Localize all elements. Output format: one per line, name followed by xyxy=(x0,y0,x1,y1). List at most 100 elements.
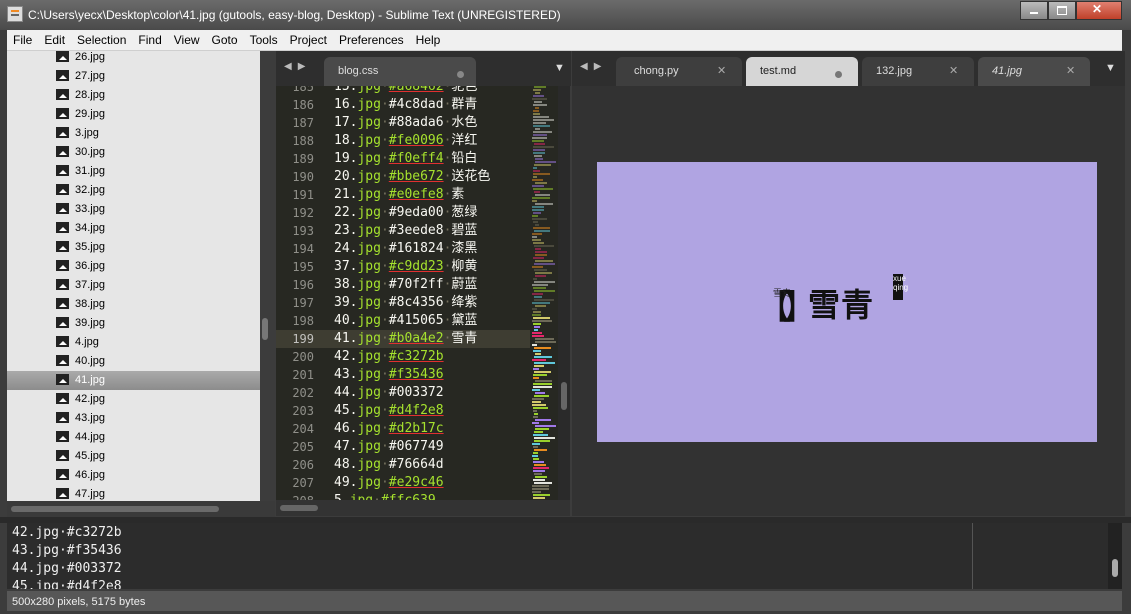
sidebar-file-item[interactable]: 28.jpg xyxy=(7,86,260,105)
output-panel[interactable]: 42.jpg·#c3272b 43.jpg·#f35436 44.jpg·#00… xyxy=(7,523,1122,589)
code-line[interactable]: 189 19.jpg·#f0eff4·铅白 xyxy=(276,150,530,168)
code-line[interactable]: 187 17.jpg·#88ada6·水色 xyxy=(276,114,530,132)
menu-selection[interactable]: Selection xyxy=(71,30,132,48)
editor-scroll-thumb[interactable] xyxy=(561,382,567,410)
sidebar-file-item[interactable]: 35.jpg xyxy=(7,238,260,257)
code-line[interactable]: 190 20.jpg·#bbe672·送花色 xyxy=(276,168,530,186)
tab-dropdown-icon[interactable]: ▼ xyxy=(1105,62,1116,74)
code-line[interactable]: 195 37.jpg·#c9dd23·柳黄 xyxy=(276,258,530,276)
sidebar-file-item[interactable]: 32.jpg xyxy=(7,181,260,200)
menu-tools[interactable]: Tools xyxy=(244,30,284,48)
minimap[interactable] xyxy=(530,86,558,500)
hex-code: #a68462 xyxy=(388,86,444,94)
code-line[interactable]: 192 22.jpg·#9eda00·葱绿 xyxy=(276,204,530,222)
color-name-text: 绛紫 xyxy=(451,295,478,310)
file-name: 26.jpg xyxy=(75,51,105,63)
editor-horizontal-scroll-thumb[interactable] xyxy=(280,505,318,511)
tab-close-icon[interactable]: ✕ xyxy=(717,64,726,77)
sidebar-file-item[interactable]: 41.jpg xyxy=(7,371,260,390)
code-line[interactable]: 204 46.jpg·#d2b17c xyxy=(276,420,530,438)
sidebar-file-item[interactable]: 31.jpg xyxy=(7,162,260,181)
sidebar-file-item[interactable]: 4.jpg xyxy=(7,333,260,352)
hex-code: #76664d xyxy=(388,457,444,472)
unsaved-dot-icon[interactable] xyxy=(835,71,842,78)
menu-help[interactable]: Help xyxy=(410,30,447,48)
menu-project[interactable]: Project xyxy=(284,30,333,48)
close-window-button[interactable] xyxy=(1076,1,1122,20)
menu-goto[interactable]: Goto xyxy=(206,30,244,48)
code-line[interactable]: 206 48.jpg·#76664d xyxy=(276,456,530,474)
sidebar-file-item[interactable]: 47.jpg xyxy=(7,485,260,501)
minimize-button[interactable] xyxy=(1020,1,1048,20)
image-file-icon xyxy=(56,488,69,499)
minimap-line xyxy=(533,116,549,118)
minimap-line xyxy=(533,125,550,127)
sidebar-file-item[interactable]: 26.jpg xyxy=(7,51,260,67)
sidebar-file-item[interactable]: 46.jpg xyxy=(7,466,260,485)
code-line[interactable]: 196 38.jpg·#70f2ff·蔚蓝 xyxy=(276,276,530,294)
code-line[interactable]: 202 44.jpg·#003372 xyxy=(276,384,530,402)
code-line[interactable]: 199 41.jpg·#b0a4e2·雪青 xyxy=(276,330,530,348)
maximize-button[interactable] xyxy=(1048,1,1076,20)
code-line[interactable]: 191 21.jpg·#e0efe8·素 xyxy=(276,186,530,204)
code-line[interactable]: 186 16.jpg·#4c8dad·群青 xyxy=(276,96,530,114)
tab-41-jpg[interactable]: 41.jpg ✕ xyxy=(978,57,1090,86)
window-title-bar[interactable]: C:\Users\yecx\Desktop\color\41.jpg (guto… xyxy=(0,0,1131,30)
sidebar-file-item[interactable]: 37.jpg xyxy=(7,276,260,295)
code-line[interactable]: 197 39.jpg·#8c4356·绛紫 xyxy=(276,294,530,312)
code-line[interactable]: 201 43.jpg·#f35436 xyxy=(276,366,530,384)
tab-nav-arrows-right-group[interactable]: ◀▶ xyxy=(580,61,607,72)
editor-horizontal-scrollbar[interactable] xyxy=(276,500,570,516)
sidebar-horizontal-scroll-thumb[interactable] xyxy=(11,506,219,512)
code-editor[interactable]: 185 15.jpg·#a68462·驼色 186 16.jpg·#4c8dad·群青… xyxy=(276,86,530,500)
sidebar-file-item[interactable]: 40.jpg xyxy=(7,352,260,371)
unsaved-dot-icon[interactable] xyxy=(457,71,464,78)
sidebar-file-item[interactable]: 39.jpg xyxy=(7,314,260,333)
code-line[interactable]: 193 23.jpg·#3eede8·碧蓝 xyxy=(276,222,530,240)
file-number: 5 xyxy=(334,493,342,500)
code-line[interactable]: 194 24.jpg·#161824·漆黑 xyxy=(276,240,530,258)
tab-dropdown-icon[interactable]: ▼ xyxy=(554,62,565,74)
sidebar-file-item[interactable]: 3.jpg xyxy=(7,124,260,143)
tab-chong-py[interactable]: chong.py ✕ xyxy=(616,57,742,86)
code-line[interactable]: 185 15.jpg·#a68462·驼色 xyxy=(276,86,530,96)
minimap-line xyxy=(535,380,552,382)
sidebar-file-item[interactable]: 44.jpg xyxy=(7,428,260,447)
code-line[interactable]: 198 40.jpg·#415065·黛蓝 xyxy=(276,312,530,330)
code-text: 23.jpg·#3eede8·碧蓝 xyxy=(334,223,478,238)
menu-preferences[interactable]: Preferences xyxy=(333,30,410,48)
output-scrollbar[interactable] xyxy=(1108,523,1122,589)
tab-close-icon[interactable]: ✕ xyxy=(949,64,958,77)
code-line[interactable]: 207 49.jpg·#e29c46 xyxy=(276,474,530,492)
sidebar-file-item[interactable]: 33.jpg xyxy=(7,200,260,219)
editor-scrollbar[interactable] xyxy=(558,86,570,500)
menu-file[interactable]: File xyxy=(7,30,38,48)
code-line[interactable]: 203 45.jpg·#d4f2e8 xyxy=(276,402,530,420)
sidebar-file-item[interactable]: 38.jpg xyxy=(7,295,260,314)
tab-nav-arrows-left-group[interactable]: ◀▶ xyxy=(284,61,311,72)
sidebar-file-item[interactable]: 27.jpg xyxy=(7,67,260,86)
menu-edit[interactable]: Edit xyxy=(38,30,71,48)
sidebar-horizontal-scrollbar[interactable] xyxy=(7,501,275,517)
tab-close-icon[interactable]: ✕ xyxy=(1066,64,1075,77)
tab-blog-css[interactable]: blog.css xyxy=(324,57,476,86)
sidebar-file-item[interactable]: 30.jpg xyxy=(7,143,260,162)
menu-view[interactable]: View xyxy=(168,30,206,48)
hex-code: #4c8dad xyxy=(388,97,444,112)
color-name-text: 洋红 xyxy=(451,133,478,148)
sidebar-file-item[interactable]: 36.jpg xyxy=(7,257,260,276)
code-line[interactable]: 208 5.jpg·#ffc639 xyxy=(276,492,530,500)
code-line[interactable]: 200 42.jpg·#c3272b xyxy=(276,348,530,366)
code-line[interactable]: 188 18.jpg·#fe0096·洋红 xyxy=(276,132,530,150)
sidebar-file-item[interactable]: 45.jpg xyxy=(7,447,260,466)
tab-test-md[interactable]: test.md xyxy=(746,57,858,86)
tab-132-jpg[interactable]: 132.jpg ✕ xyxy=(862,57,974,86)
menu-find[interactable]: Find xyxy=(132,30,167,48)
output-scroll-thumb[interactable] xyxy=(1112,559,1118,577)
sidebar-file-item[interactable]: 34.jpg xyxy=(7,219,260,238)
sidebar-file-item[interactable]: 43.jpg xyxy=(7,409,260,428)
sidebar-file-item[interactable]: 29.jpg xyxy=(7,105,260,124)
sidebar-scrollbar[interactable] xyxy=(262,318,268,340)
sidebar-file-item[interactable]: 42.jpg xyxy=(7,390,260,409)
code-line[interactable]: 205 47.jpg·#067749 xyxy=(276,438,530,456)
